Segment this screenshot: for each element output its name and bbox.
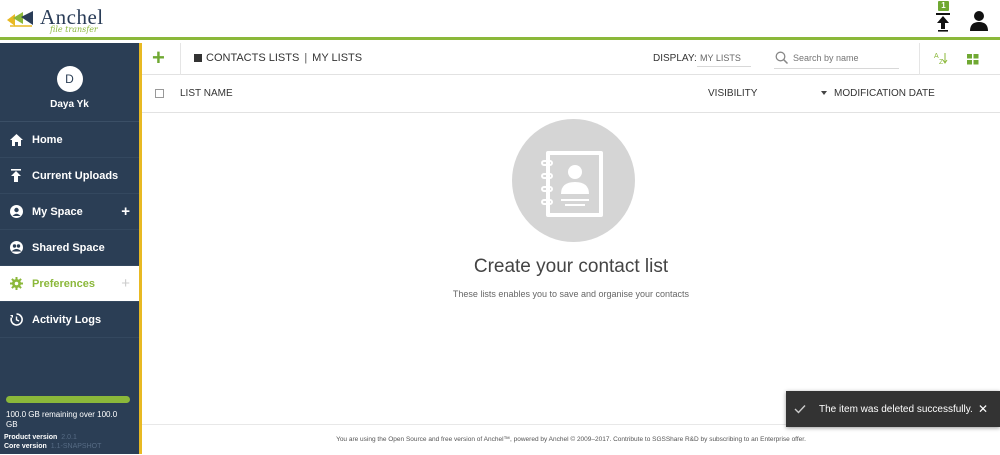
search-icon <box>775 51 789 65</box>
home-icon <box>9 133 23 147</box>
breadcrumb: CONTACTS LISTS | MY LISTS <box>194 52 362 64</box>
product-version: Product version 2.0.1 <box>4 434 77 441</box>
user-circle-icon <box>9 205 23 219</box>
sidebar-item-label: Shared Space <box>32 241 105 254</box>
checkmark-icon <box>794 405 806 414</box>
top-header: Anchel file transfer 1 <box>0 0 1000 40</box>
empty-state-title: Create your contact list <box>473 256 669 277</box>
storage-progress-bar <box>6 396 130 403</box>
avatar: D <box>56 66 83 92</box>
user-profile[interactable]: D Daya Yk <box>0 43 139 122</box>
empty-state: Create your contact list These lists ena… <box>142 114 1000 424</box>
sort-alpha-icon[interactable]: A Z <box>934 51 948 68</box>
toast-message: The item was deleted successfully. <box>819 403 973 415</box>
column-list-name[interactable]: LIST NAME <box>180 88 233 99</box>
gear-icon <box>9 277 23 291</box>
sidebar-item-label: My Space <box>32 205 83 218</box>
sidebar-item-label: Activity Logs <box>32 313 102 326</box>
toolbar-divider <box>180 43 181 75</box>
search-box <box>774 49 899 69</box>
upload-icon <box>9 169 23 183</box>
storage-quota: 100.0 GB remaining over 100.0 GB <box>6 396 130 430</box>
logo-icon <box>7 11 33 27</box>
table-header: LIST NAME VISIBILITY MODIFICATION DATE <box>142 75 1000 113</box>
breadcrumb-my-lists: MY LISTS <box>312 52 363 64</box>
breadcrumb-separator: | <box>304 52 308 64</box>
close-icon[interactable]: ✕ <box>978 402 988 416</box>
group-icon <box>9 241 23 255</box>
sidebar: D Daya Yk Home Current Uploads My Space … <box>0 43 142 454</box>
search-input[interactable] <box>793 51 893 65</box>
app-tagline: file transfer <box>50 24 98 34</box>
contacts-book-icon <box>194 54 202 62</box>
add-preference-button[interactable]: + <box>121 275 130 292</box>
sidebar-item-label: Preferences <box>32 277 95 290</box>
storage-text: 100.0 GB remaining over 100.0 GB <box>6 410 118 429</box>
contact-book-illustration <box>512 119 635 242</box>
uploads-indicator[interactable]: 1 <box>932 1 954 34</box>
app-logo[interactable]: Anchel file transfer <box>6 6 104 34</box>
sidebar-item-label: Home <box>32 133 63 146</box>
empty-state-subtitle: These lists enables you to save and orga… <box>452 289 690 299</box>
column-modification-date[interactable]: MODIFICATION DATE <box>834 88 935 99</box>
sidebar-item-shared-space[interactable]: Shared Space <box>0 230 139 266</box>
upload-count-badge: 1 <box>938 1 949 11</box>
breadcrumb-contacts-lists[interactable]: CONTACTS LISTS <box>206 52 299 64</box>
user-icon[interactable] <box>970 10 988 32</box>
select-all-checkbox[interactable] <box>155 89 164 98</box>
column-visibility[interactable]: VISIBILITY <box>708 88 757 99</box>
user-name: Daya Yk <box>50 99 89 110</box>
grid-view-icon[interactable] <box>967 52 979 65</box>
notification-toast: The item was deleted successfully. ✕ <box>786 391 1000 427</box>
add-list-button[interactable]: + <box>152 47 165 69</box>
display-select[interactable]: MY LISTS <box>697 51 751 67</box>
footer: You are using the Open Source and free v… <box>142 424 1000 454</box>
history-icon <box>9 313 23 327</box>
sort-desc-icon[interactable] <box>821 91 827 95</box>
sidebar-item-home[interactable]: Home <box>0 122 139 158</box>
toolbar: + CONTACTS LISTS | MY LISTS DISPLAY: MY … <box>142 43 1000 75</box>
sidebar-item-label: Current Uploads <box>32 169 119 182</box>
sidebar-item-current-uploads[interactable]: Current Uploads <box>0 158 139 194</box>
add-space-button[interactable]: + <box>121 203 130 220</box>
display-label: DISPLAY: <box>653 53 697 64</box>
core-version: Core version 1.1-SNAPSHOT <box>4 443 102 450</box>
toolbar-divider <box>919 43 920 75</box>
sidebar-item-preferences[interactable]: Preferences + <box>0 266 139 302</box>
sidebar-item-activity-logs[interactable]: Activity Logs <box>0 302 139 338</box>
sidebar-item-my-space[interactable]: My Space + <box>0 194 139 230</box>
